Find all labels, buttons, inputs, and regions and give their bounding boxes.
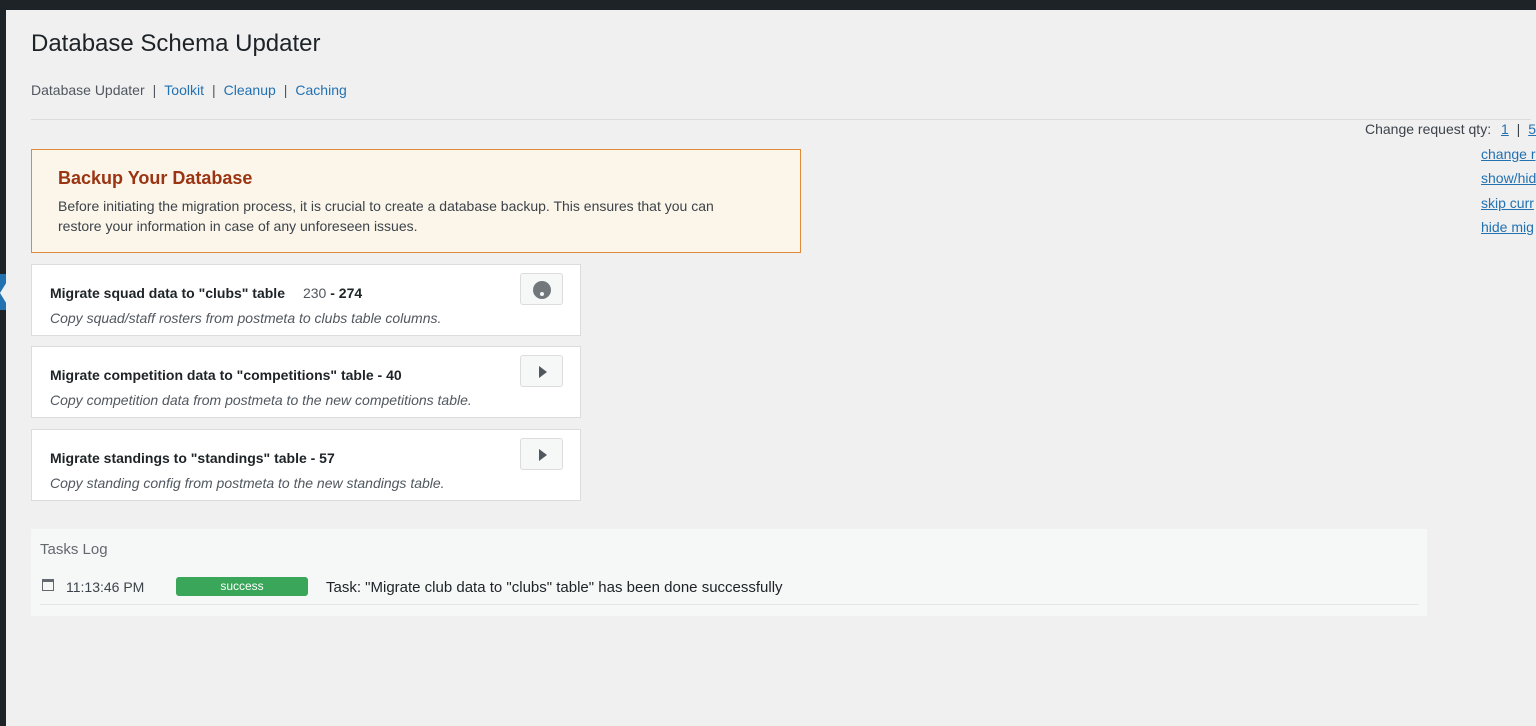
- task-title: Migrate squad data to "clubs" table 230 -…: [50, 285, 362, 301]
- admin-sidebar-edge: [0, 10, 6, 726]
- task-range-from: 230: [302, 285, 327, 301]
- sub-navigation: Database Updater | Toolkit | Cleanup | Caching: [31, 82, 347, 98]
- request-qty-row: Change request qty: 1 | 5: [1365, 121, 1536, 137]
- task-running-button[interactable]: [520, 273, 563, 305]
- subnav-separator: |: [152, 82, 157, 98]
- subnav-link-caching[interactable]: Caching: [295, 82, 346, 98]
- request-options-panel: Change request qty: 1 | 5 change r show/…: [1360, 121, 1536, 241]
- hide-migrations-link[interactable]: hide mig: [1481, 219, 1534, 235]
- task-card: Migrate competition data to "competition…: [31, 346, 581, 418]
- admin-top-bar: [0, 0, 1536, 10]
- request-qty-separator: |: [1516, 121, 1521, 137]
- change-request-link[interactable]: change r: [1481, 146, 1535, 162]
- skip-current-link[interactable]: skip curr: [1481, 195, 1534, 211]
- task-range-to: - 274: [330, 285, 363, 301]
- show-hide-link[interactable]: show/hid: [1481, 170, 1536, 186]
- log-entry: 11:13:46 PM success Task: "Migrate club …: [40, 576, 1418, 605]
- task-card: Migrate squad data to "clubs" table 230 -…: [31, 264, 581, 336]
- backup-notice: Backup Your Database Before initiating t…: [31, 149, 801, 253]
- task-title: Migrate standings to "standings" table -…: [50, 450, 335, 466]
- log-entry-time: 11:13:46 PM: [66, 579, 145, 595]
- subnav-link-toolkit[interactable]: Toolkit: [164, 82, 204, 98]
- task-run-button[interactable]: [520, 438, 563, 470]
- task-description: Copy standing config from postmeta to th…: [50, 475, 445, 491]
- status-badge: success: [176, 577, 308, 596]
- subnav-link-cleanup[interactable]: Cleanup: [224, 82, 276, 98]
- spinner-icon: [533, 281, 551, 299]
- subnav-separator: |: [211, 82, 216, 98]
- tasks-log-title: Tasks Log: [40, 541, 108, 558]
- request-qty-option-5[interactable]: 5: [1528, 121, 1536, 137]
- task-run-button[interactable]: [520, 355, 563, 387]
- page-title: Database Schema Updater: [31, 30, 321, 57]
- backup-notice-title: Backup Your Database: [58, 168, 253, 188]
- request-qty-option-1[interactable]: 1: [1501, 121, 1509, 137]
- request-qty-label: Change request qty:: [1365, 121, 1492, 137]
- task-title: Migrate competition data to "competition…: [50, 367, 402, 383]
- header-divider: [31, 119, 1531, 120]
- backup-notice-text: Before initiating the migration process,…: [58, 198, 714, 234]
- sidebar-collapse-arrow-icon[interactable]: [0, 280, 8, 306]
- subnav-item-database-updater: Database Updater: [31, 82, 145, 98]
- subnav-separator: |: [283, 82, 288, 98]
- log-entry-message: Task: "Migrate club data to "clubs" tabl…: [326, 579, 783, 596]
- play-icon: [539, 366, 547, 378]
- play-icon: [539, 449, 547, 461]
- task-title-text: Migrate squad data to "clubs" table: [50, 285, 285, 301]
- task-description: Copy squad/staff rosters from postmeta t…: [50, 310, 442, 326]
- calendar-icon: [42, 579, 54, 591]
- task-description: Copy competition data from postmeta to t…: [50, 392, 472, 408]
- tasks-log: Tasks Log 11:13:46 PM success Task: "Mig…: [31, 529, 1427, 616]
- task-card: Migrate standings to "standings" table -…: [31, 429, 581, 501]
